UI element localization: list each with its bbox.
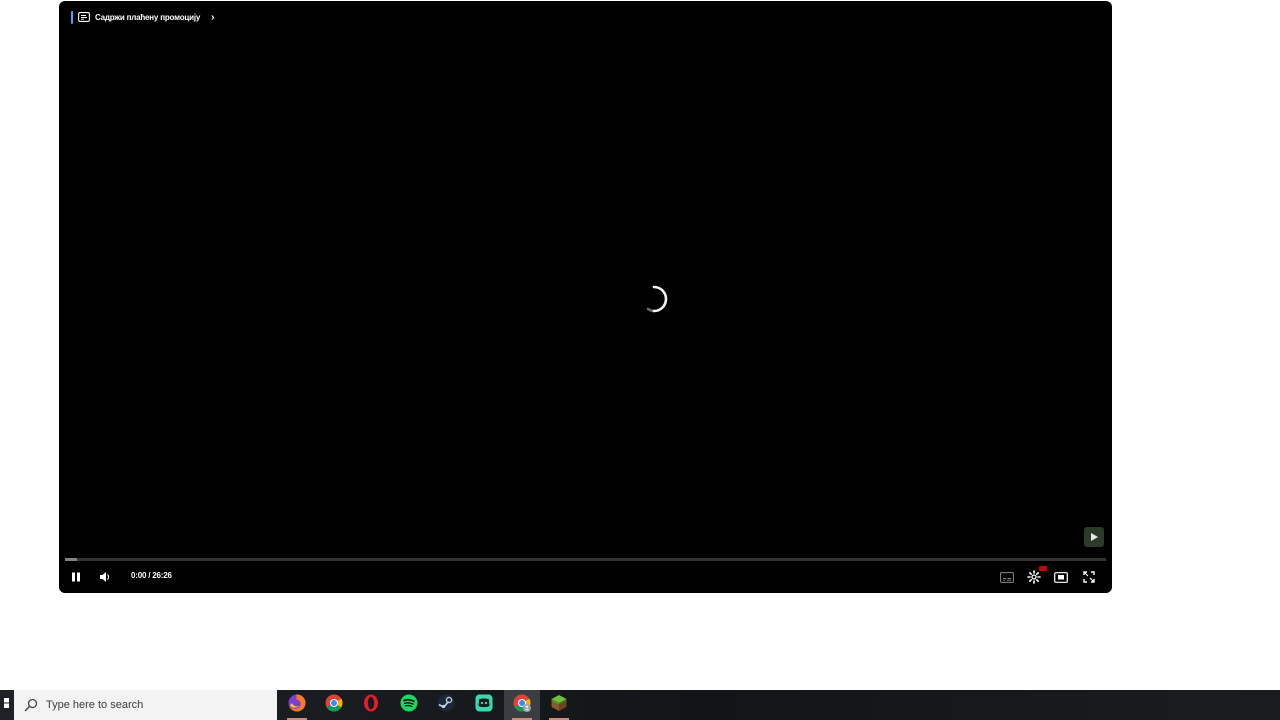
discord-icon <box>474 693 494 718</box>
channel-watermark-icon[interactable] <box>1084 527 1104 547</box>
volume-icon <box>99 571 111 583</box>
mute-button[interactable] <box>93 565 117 589</box>
settings-button[interactable] <box>1022 565 1047 589</box>
promo-accent-bar <box>71 10 73 24</box>
spotify-icon <box>399 693 419 718</box>
fullscreen-icon <box>1083 571 1095 583</box>
chevron-right-icon: › <box>211 11 215 23</box>
chrome-profile-icon <box>512 693 532 718</box>
promo-label: Садржи плаћену промоцију <box>95 12 201 22</box>
paid-promotion-notice[interactable]: Садржи плаћену промоцију › <box>71 10 214 24</box>
search-icon <box>24 698 38 712</box>
player-controls: 0:00 / 26:26 <box>59 561 1112 593</box>
miniplayer-button[interactable] <box>1049 565 1073 589</box>
pause-button[interactable] <box>64 565 88 589</box>
taskbar-app-opera[interactable] <box>353 690 389 720</box>
taskbar: Type here to search <box>0 690 1280 720</box>
windows-logo-icon <box>4 696 10 714</box>
video-player[interactable]: Садржи плаћену промоцију › 0:00 / 26:26 <box>59 1 1112 593</box>
taskbar-app-steam[interactable] <box>428 690 464 720</box>
steam-icon <box>436 693 456 718</box>
time-current: 0:00 <box>131 571 147 580</box>
taskbar-search[interactable]: Type here to search <box>14 690 277 720</box>
search-placeholder: Type here to search <box>46 699 144 711</box>
subtitles-icon <box>1000 571 1014 583</box>
taskbar-app-chrome[interactable] <box>316 690 352 720</box>
subtitles-button[interactable] <box>995 565 1019 589</box>
opera-icon <box>361 693 381 718</box>
taskbar-app-minecraft[interactable] <box>541 690 577 720</box>
fullscreen-button[interactable] <box>1077 565 1101 589</box>
loading-spinner-icon <box>638 283 670 315</box>
taskbar-app-discord[interactable] <box>466 690 502 720</box>
gear-icon <box>1027 570 1041 584</box>
start-button[interactable] <box>0 690 14 720</box>
chrome-icon <box>324 693 344 718</box>
taskbar-app-spotify[interactable] <box>391 690 427 720</box>
time-display: 0:00 / 26:26 <box>131 571 172 580</box>
screen: Садржи плаћену промоцију › 0:00 / 26:26 … <box>0 0 1280 720</box>
hd-badge <box>1039 566 1047 571</box>
miniplayer-icon <box>1054 571 1068 583</box>
paid-promotion-icon <box>78 12 90 22</box>
taskbar-app-firefox[interactable] <box>279 690 315 720</box>
firefox-icon <box>287 693 307 718</box>
minecraft-icon <box>549 693 569 718</box>
taskbar-app-chrome-active[interactable] <box>504 690 540 720</box>
time-duration: 26:26 <box>152 571 172 580</box>
pause-icon <box>70 571 82 583</box>
